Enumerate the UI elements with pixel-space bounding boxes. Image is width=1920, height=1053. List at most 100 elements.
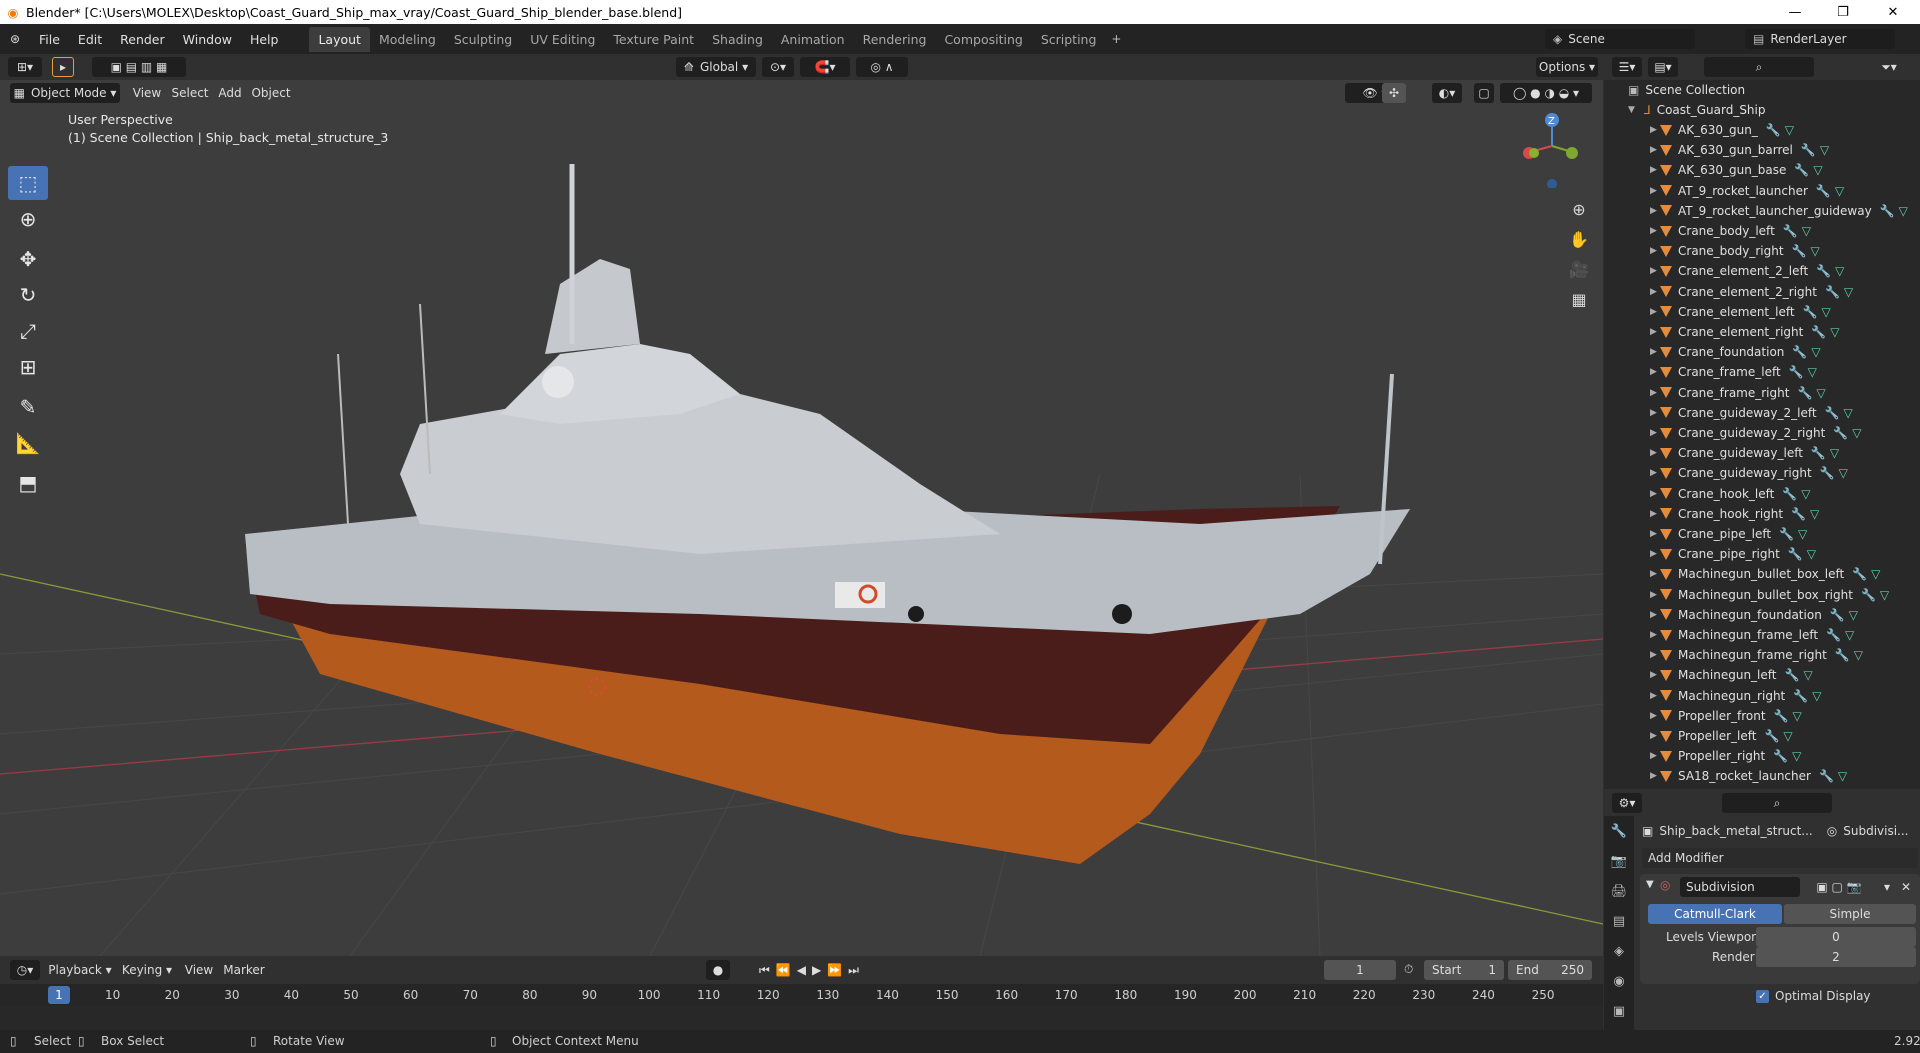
mesh-data-icon[interactable]: ▽ bbox=[1835, 184, 1844, 198]
minimize-icon[interactable]: — bbox=[1772, 0, 1818, 24]
properties-editor[interactable]: ⚙▾ ⌕ 🔧 📷 🖨 ▤ ◈ ◉ ▣ ▣ Ship_back_metal_str… bbox=[1604, 790, 1920, 1053]
selection-mode-icons[interactable]: ▣ ▤ ▥ ▦ bbox=[92, 57, 186, 77]
outliner-item[interactable]: ▶ Machinegun_foundation 🔧 ▽ bbox=[1604, 605, 1920, 625]
menu-render[interactable]: Render bbox=[111, 32, 174, 47]
mesh-data-icon[interactable]: ▽ bbox=[1839, 466, 1848, 480]
outliner-item[interactable]: ▶ Propeller_front 🔧 ▽ bbox=[1604, 706, 1920, 726]
close-icon[interactable]: ✕ bbox=[1870, 0, 1916, 24]
outliner-collection-row[interactable]: ▼ ⅃ Coast_Guard_Ship bbox=[1604, 100, 1920, 120]
expand-arrow-icon[interactable]: ▶ bbox=[1650, 549, 1660, 559]
filter-icon[interactable]: ⏷▾ bbox=[1874, 57, 1904, 77]
display-mode-icon[interactable]: ▤▾ bbox=[1648, 57, 1678, 77]
expand-arrow-icon[interactable]: ▶ bbox=[1650, 650, 1660, 660]
menu-marker[interactable]: Marker bbox=[222, 960, 266, 980]
panel-collapse-icon[interactable]: ▼ bbox=[1646, 879, 1654, 890]
modifier-wrench-icon[interactable]: 🔧 bbox=[1773, 749, 1788, 763]
outliner-item[interactable]: ▶ Crane_guideway_right 🔧 ▽ bbox=[1604, 463, 1920, 483]
mesh-data-icon[interactable]: ▽ bbox=[1835, 264, 1844, 278]
scene-tab-icon[interactable]: ◈ bbox=[1604, 936, 1634, 966]
zoom-icon[interactable]: ⊕ bbox=[1568, 198, 1590, 220]
mesh-data-icon[interactable]: ▽ bbox=[1830, 446, 1839, 460]
transform-icon[interactable]: ⊞ bbox=[8, 350, 48, 384]
tab-compositing[interactable]: Compositing bbox=[935, 27, 1031, 52]
modifier-wrench-icon[interactable]: 🔧 bbox=[1801, 143, 1816, 157]
mesh-data-icon[interactable]: ▽ bbox=[1854, 648, 1863, 662]
modifier-wrench-icon[interactable]: 🔧 bbox=[1792, 244, 1807, 258]
modifier-wrench-icon[interactable]: 🔧 bbox=[1826, 628, 1841, 642]
measure-icon[interactable]: 📐 bbox=[8, 426, 48, 460]
tab-shading[interactable]: Shading bbox=[703, 27, 772, 52]
scene-selector[interactable]: ◈ Scene bbox=[1545, 29, 1695, 49]
overlay-toggle-icon[interactable]: ◐▾ bbox=[1432, 83, 1462, 103]
tab-uv-editing[interactable]: UV Editing bbox=[521, 27, 604, 52]
mesh-data-icon[interactable]: ▽ bbox=[1810, 244, 1819, 258]
add-cube-icon[interactable]: ⬒ bbox=[8, 466, 48, 500]
mesh-data-icon[interactable]: ▽ bbox=[1838, 769, 1847, 783]
cursor-icon[interactable]: ⊕ bbox=[8, 202, 48, 236]
expand-arrow-icon[interactable]: ▶ bbox=[1650, 428, 1660, 438]
modifier-wrench-icon[interactable]: 🔧 bbox=[1830, 608, 1845, 622]
frame-ruler[interactable]: 1 10 20 30 40 50 60 70 80 90 100 110 120 130 140 150 160… bbox=[0, 984, 1603, 1006]
modifier-wrench-icon[interactable]: 🔧 bbox=[1791, 507, 1806, 521]
snap-icon[interactable]: 🧲▾ bbox=[800, 57, 850, 77]
modifier-wrench-icon[interactable]: 🔧 bbox=[1774, 709, 1789, 723]
tab-layout[interactable]: Layout bbox=[309, 26, 370, 52]
render-tab-icon[interactable]: 📷 bbox=[1604, 846, 1634, 876]
xray-toggle-icon[interactable]: ▢ bbox=[1474, 83, 1494, 103]
modifier-wrench-icon[interactable]: 🔧 bbox=[1825, 406, 1840, 420]
modifier-visibility-icons[interactable]: ▣ ▢ 📷 bbox=[1804, 877, 1874, 897]
modifier-remove-icon[interactable]: ✕ bbox=[1896, 877, 1916, 897]
tool-tab-icon[interactable]: 🔧 bbox=[1604, 816, 1634, 846]
tab-sculpting[interactable]: Sculpting bbox=[445, 27, 521, 52]
modifier-wrench-icon[interactable]: 🔧 bbox=[1861, 588, 1876, 602]
viewlayer-tab-icon[interactable]: ▤ bbox=[1604, 906, 1634, 936]
expand-arrow-icon[interactable]: ▶ bbox=[1650, 388, 1660, 398]
expand-arrow-icon[interactable]: ▶ bbox=[1650, 226, 1660, 236]
tab-scripting[interactable]: Scripting bbox=[1032, 27, 1106, 52]
outliner-item[interactable]: ▶ AT_9_rocket_launcher 🔧 ▽ bbox=[1604, 181, 1920, 201]
expand-arrow-icon[interactable]: ▶ bbox=[1650, 327, 1660, 337]
outliner-item[interactable]: ▶ Crane_element_2_left 🔧 ▽ bbox=[1604, 261, 1920, 281]
expand-arrow-icon[interactable]: ▶ bbox=[1650, 590, 1660, 600]
modifier-wrench-icon[interactable]: 🔧 bbox=[1825, 285, 1840, 299]
outliner-item[interactable]: ▶ Crane_frame_right 🔧 ▽ bbox=[1604, 383, 1920, 403]
mesh-data-icon[interactable]: ▽ bbox=[1810, 507, 1819, 521]
modifier-name-input[interactable]: Subdivision bbox=[1680, 877, 1800, 897]
expand-arrow-icon[interactable]: ▶ bbox=[1650, 307, 1660, 317]
mesh-data-icon[interactable]: ▽ bbox=[1798, 527, 1807, 541]
renderlayer-selector[interactable]: ▤ RenderLayer bbox=[1745, 29, 1895, 49]
modifier-wrench-icon[interactable]: 🔧 bbox=[1764, 729, 1779, 743]
outliner-scene-collection[interactable]: ▣ Scene Collection bbox=[1604, 80, 1920, 100]
outliner-editor-icon[interactable]: ☰▾ bbox=[1612, 57, 1642, 77]
outliner-item[interactable]: ▶ Crane_element_2_right 🔧 ▽ bbox=[1604, 282, 1920, 302]
current-frame-field[interactable]: 1 bbox=[1324, 960, 1396, 980]
mesh-data-icon[interactable]: ▽ bbox=[1844, 406, 1853, 420]
scale-icon[interactable]: ⤢ bbox=[8, 314, 48, 348]
mesh-data-icon[interactable]: ▽ bbox=[1801, 487, 1810, 501]
modifier-dropdown-icon[interactable]: ▾ bbox=[1878, 877, 1896, 897]
expand-arrow-icon[interactable]: ▶ bbox=[1650, 206, 1660, 216]
mesh-data-icon[interactable]: ▽ bbox=[1844, 285, 1853, 299]
properties-search-input[interactable]: ⌕ bbox=[1722, 793, 1832, 813]
outliner-item[interactable]: ▶ Crane_guideway_2_right 🔧 ▽ bbox=[1604, 423, 1920, 443]
expand-arrow-icon[interactable]: ▶ bbox=[1650, 569, 1660, 579]
outliner-item[interactable]: ▶ Machinegun_frame_left 🔧 ▽ bbox=[1604, 625, 1920, 645]
modifier-wrench-icon[interactable]: 🔧 bbox=[1880, 204, 1895, 218]
mesh-data-icon[interactable]: ▽ bbox=[1785, 123, 1794, 137]
ortho-grid-icon[interactable]: ▦ bbox=[1568, 288, 1590, 310]
end-frame-field[interactable]: End 250 bbox=[1508, 960, 1592, 980]
modifier-wrench-icon[interactable]: 🔧 bbox=[1792, 345, 1807, 359]
menu-playback[interactable]: Playback ▾ bbox=[48, 960, 112, 980]
object-tab-icon[interactable]: ▣ bbox=[1604, 996, 1634, 1026]
mesh-data-icon[interactable]: ▽ bbox=[1802, 224, 1811, 238]
outliner-item[interactable]: ▶ Machinegun_bullet_box_right 🔧 ▽ bbox=[1604, 585, 1920, 605]
outliner[interactable]: ☰▾ ▤▾ ⌕ ⏷▾ ▣ Scene Collection ▼ ⅃ Coast_Gua… bbox=[1604, 54, 1920, 789]
outliner-item[interactable]: ▶ Crane_guideway_left 🔧 ▽ bbox=[1604, 443, 1920, 463]
expand-arrow-icon[interactable]: ▶ bbox=[1650, 367, 1660, 377]
expand-arrow-icon[interactable]: ▶ bbox=[1650, 771, 1660, 781]
tab-animation[interactable]: Animation bbox=[772, 27, 854, 52]
tab-rendering[interactable]: Rendering bbox=[854, 27, 936, 52]
properties-editor-icon[interactable]: ⚙▾ bbox=[1612, 793, 1642, 813]
modifier-wrench-icon[interactable]: 🔧 bbox=[1793, 689, 1808, 703]
expand-arrow-icon[interactable]: ▶ bbox=[1650, 165, 1660, 175]
